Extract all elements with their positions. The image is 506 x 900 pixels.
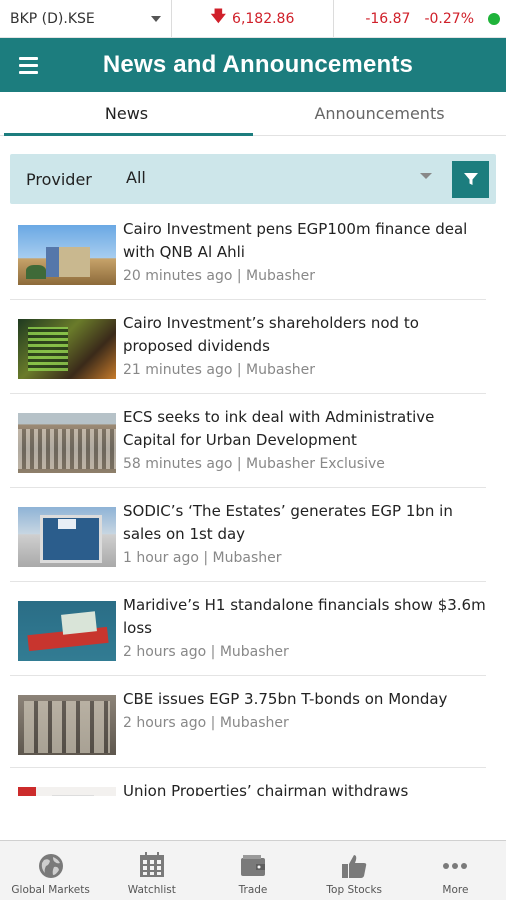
page-title: News and Announcements <box>102 51 414 78</box>
hamburger-menu-icon[interactable] <box>0 38 56 92</box>
news-meta: 1 hour ago | Mubasher <box>123 550 282 566</box>
list-item[interactable]: SODIC’s ‘The Estates’ generates EGP 1bn … <box>10 488 486 582</box>
news-headline: Maridive’s H1 standalone financials show… <box>123 596 486 637</box>
symbol-label: BKP (D).KSE <box>10 10 95 27</box>
change-value: -16.87 <box>365 10 411 27</box>
news-headline: ECS seeks to ink deal with Administrativ… <box>123 408 435 449</box>
nav-label: Top Stocks <box>326 884 382 896</box>
index-price: 🡇 6,182.86 <box>172 0 334 37</box>
news-headline: Union Properties’ chairman withdraws res… <box>123 782 409 796</box>
globe-icon <box>36 851 66 881</box>
news-thumbnail <box>18 225 116 285</box>
bottom-navigation: Global Markets Watchlist Trade Top Stock… <box>0 840 506 900</box>
news-thumbnail <box>18 787 116 796</box>
list-item[interactable]: ECS seeks to ink deal with Administrativ… <box>10 394 486 488</box>
tab-bar: News Announcements <box>0 92 506 136</box>
chevron-down-icon <box>151 15 161 22</box>
more-dots-icon <box>440 851 470 881</box>
market-status-dot-icon <box>488 12 500 25</box>
tab-news[interactable]: News <box>0 92 253 136</box>
chevron-down-icon <box>420 173 432 179</box>
news-thumbnail <box>18 319 116 379</box>
nav-label: Global Markets <box>11 884 90 896</box>
news-meta: 58 minutes ago | Mubasher Exclusive <box>123 456 385 472</box>
news-meta: 21 minutes ago | Mubasher <box>123 362 315 378</box>
news-headline: SODIC’s ‘The Estates’ generates EGP 1bn … <box>123 502 453 543</box>
news-thumbnail <box>18 601 116 661</box>
news-meta: 20 minutes ago | Mubasher <box>123 268 315 284</box>
news-thumbnail <box>18 695 116 755</box>
provider-selected: All <box>126 167 146 187</box>
down-arrow-icon: 🡇 <box>210 7 227 25</box>
list-item[interactable]: Cairo Investment’s shareholders nod to p… <box>10 300 486 394</box>
app-header: News and Announcements <box>0 38 506 92</box>
news-meta: 2 hours ago | Mubasher <box>123 715 289 731</box>
calendar-grid-icon <box>137 851 167 881</box>
market-ticker: BKP (D).KSE 🡇 6,182.86 -16.87 -0.27% <box>0 0 506 38</box>
list-item[interactable]: Cairo Investment pens EGP100m finance de… <box>10 206 486 300</box>
news-thumbnail <box>18 507 116 567</box>
nav-trade[interactable]: Trade <box>202 841 303 900</box>
filter-button[interactable] <box>452 160 489 198</box>
thumbs-up-icon <box>339 851 369 881</box>
wallet-icon <box>238 851 268 881</box>
list-item[interactable]: Union Properties’ chairman withdraws res… <box>10 768 486 796</box>
list-item[interactable]: CBE issues EGP 3.75bn T-bonds on Monday … <box>10 676 486 768</box>
tab-announcements[interactable]: Announcements <box>253 92 506 135</box>
change-percent: -0.27% <box>424 10 474 27</box>
provider-label: Provider <box>26 169 92 189</box>
news-headline: Cairo Investment’s shareholders nod to p… <box>123 314 419 355</box>
provider-dropdown[interactable]: All <box>110 154 452 204</box>
nav-global-markets[interactable]: Global Markets <box>0 841 101 900</box>
nav-label: More <box>442 884 469 896</box>
index-change: -16.87 -0.27% <box>334 11 506 27</box>
news-headline: CBE issues EGP 3.75bn T-bonds on Monday <box>123 690 448 708</box>
news-meta: 2 hours ago | Mubasher <box>123 644 289 660</box>
news-headline: Cairo Investment pens EGP100m finance de… <box>123 220 468 261</box>
news-list: Cairo Investment pens EGP100m finance de… <box>10 206 496 796</box>
funnel-icon <box>463 173 478 185</box>
price-value: 6,182.86 <box>232 10 295 27</box>
list-item[interactable]: Maridive’s H1 standalone financials show… <box>10 582 486 676</box>
nav-label: Watchlist <box>127 884 176 896</box>
nav-more[interactable]: More <box>405 841 506 900</box>
nav-label: Trade <box>238 884 268 896</box>
nav-top-stocks[interactable]: Top Stocks <box>304 841 405 900</box>
symbol-selector[interactable]: BKP (D).KSE <box>0 0 172 37</box>
news-thumbnail <box>18 413 116 473</box>
nav-watchlist[interactable]: Watchlist <box>101 841 202 900</box>
provider-filter: Provider All <box>10 154 496 204</box>
